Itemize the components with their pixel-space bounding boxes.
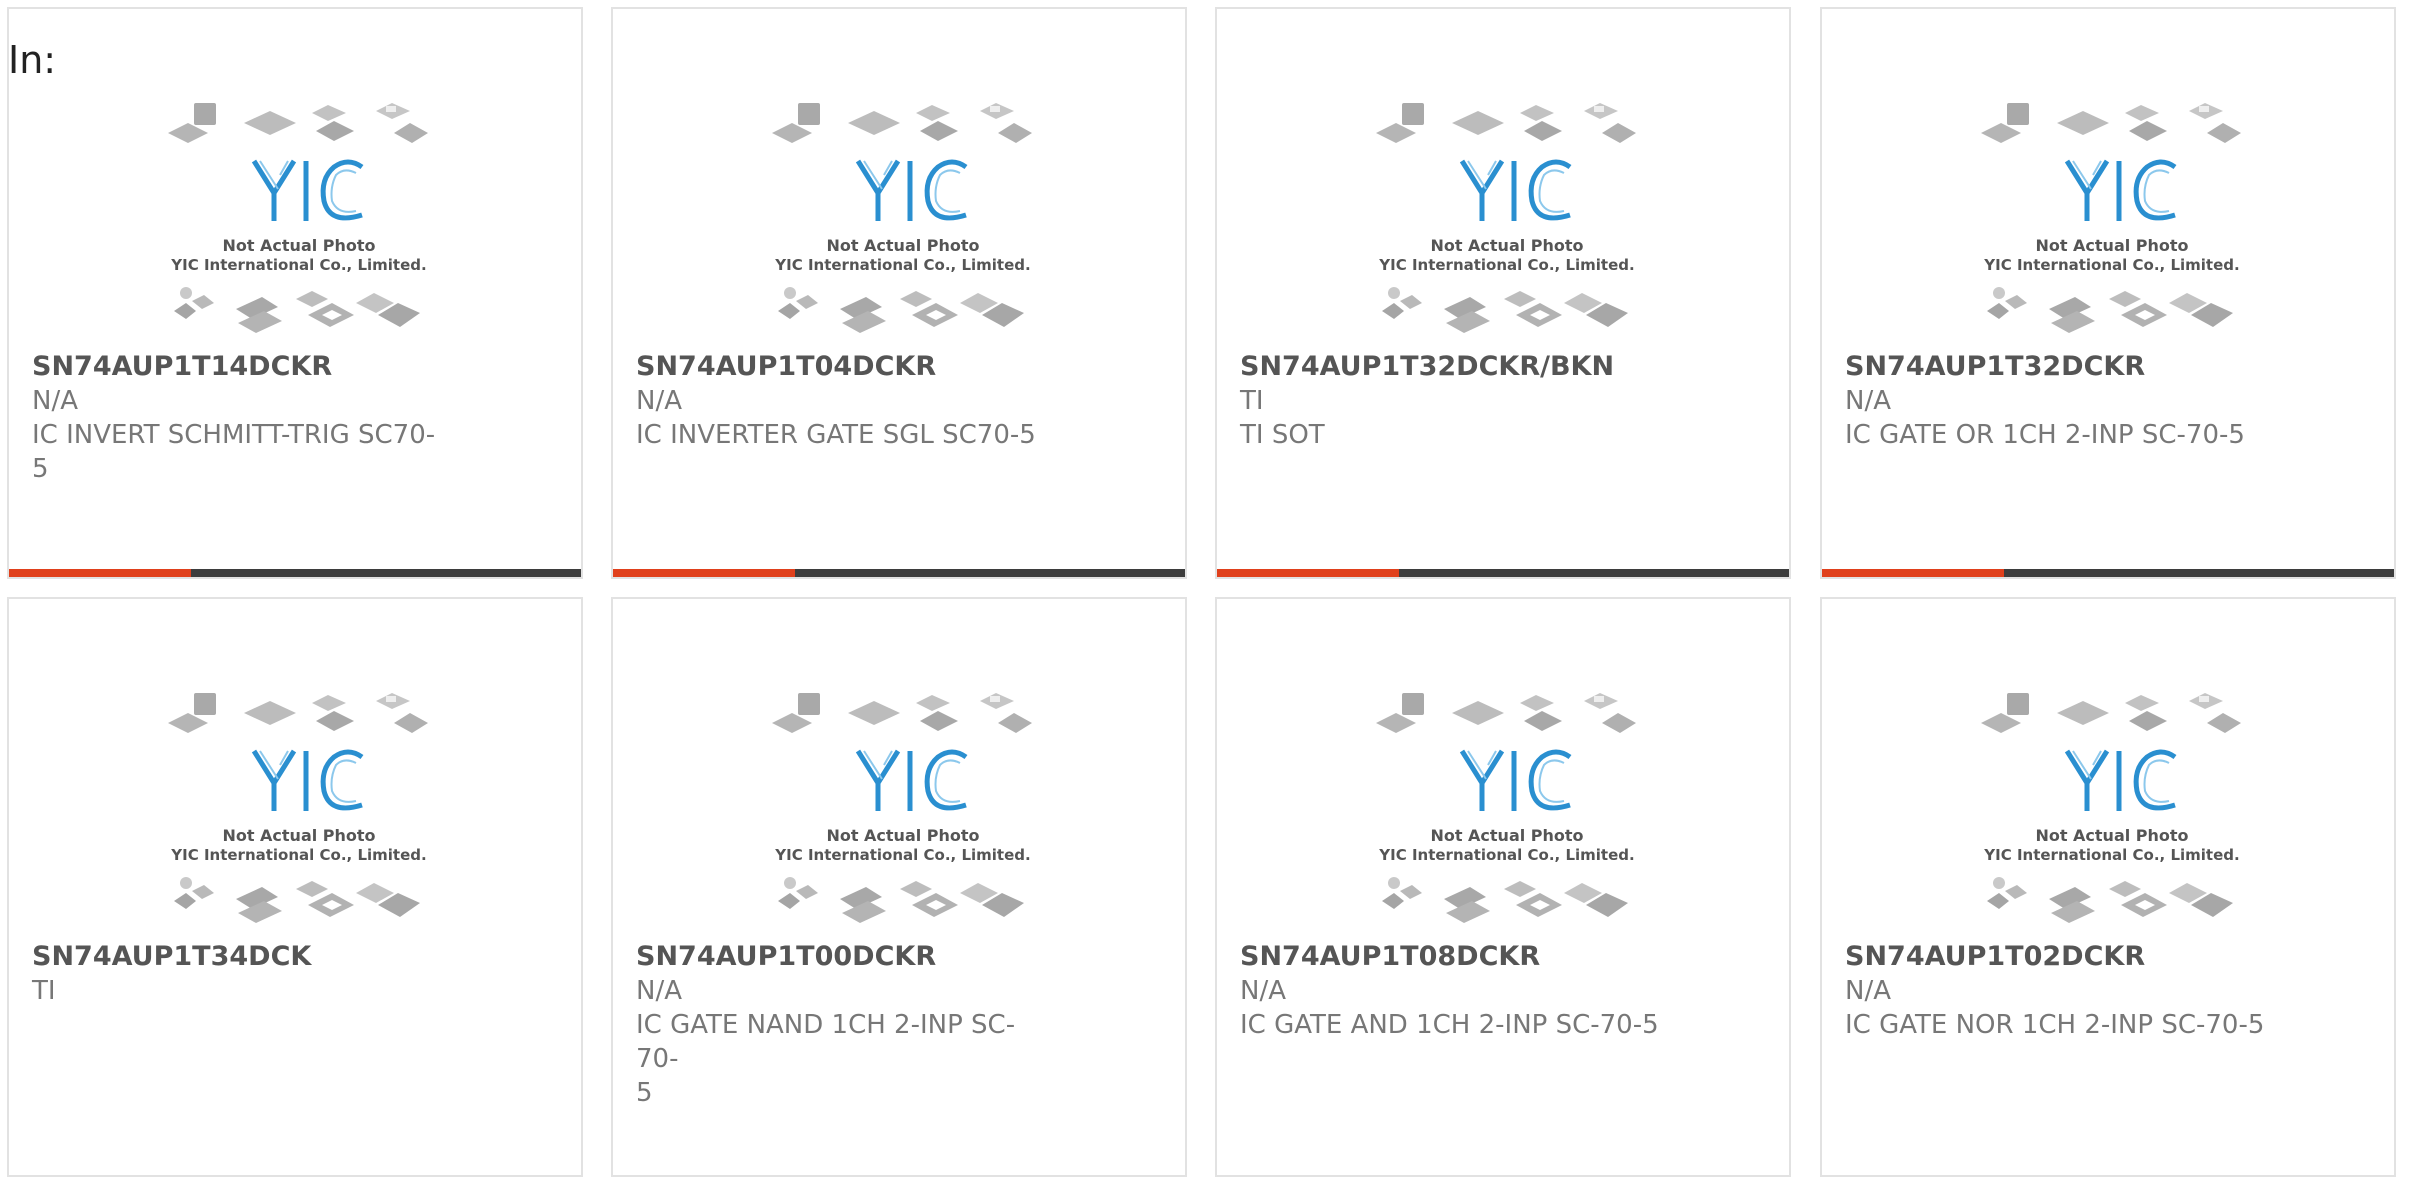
photo-caption-1: Not Actual Photo: [222, 826, 375, 845]
manufacturer: N/A: [1845, 386, 1891, 416]
product-card[interactable]: Not Actual Photo YIC International Co., …: [1820, 7, 2396, 579]
product-card[interactable]: Not Actual Photo YIC International Co., …: [1215, 597, 1791, 1177]
product-placeholder-image: Not Actual Photo YIC International Co., …: [168, 103, 428, 333]
in-label: In:: [8, 38, 57, 82]
part-number-link[interactable]: SN74AUP1T00DCKR: [636, 940, 1056, 974]
product-placeholder-image: Not Actual Photo YIC International Co., …: [168, 693, 428, 923]
product-info: SN74AUP1T32DCKR N/A IC GATE OR 1CH 2-INP S…: [1845, 350, 2265, 452]
product-placeholder-image: Not Actual Photo YIC International Co., …: [1981, 103, 2241, 333]
manufacturer: TI: [1240, 386, 1264, 416]
part-number-link[interactable]: SN74AUP1T32DCKR: [1845, 350, 2265, 384]
description: IC GATE OR 1CH 2-INP SC-70-5: [1845, 420, 2245, 450]
photo-caption-1: Not Actual Photo: [1430, 236, 1583, 255]
manufacturer: N/A: [636, 386, 682, 416]
product-card[interactable]: Not Actual Photo YIC International Co., …: [611, 597, 1187, 1177]
product-info: SN74AUP1T04DCKR N/A IC INVERTER GATE SGL S…: [636, 350, 1056, 452]
photo-caption-2: YIC International Co., Limited.: [1378, 846, 1634, 864]
description: IC GATE NAND 1CH 2-INP SC-70- 5: [636, 1010, 1016, 1108]
part-number-link[interactable]: SN74AUP1T04DCKR: [636, 350, 1056, 384]
card-accent-bar: [1217, 569, 1399, 577]
product-card[interactable]: Not Actual Photo YIC International Co., …: [7, 7, 583, 579]
description: IC GATE AND 1CH 2-INP SC-70-5: [1240, 1010, 1659, 1040]
card-accent-bar: [9, 569, 191, 577]
description: IC INVERT SCHMITT-TRIG SC70- 5: [32, 420, 436, 484]
photo-caption-1: Not Actual Photo: [2035, 236, 2188, 255]
photo-caption-1: Not Actual Photo: [222, 236, 375, 255]
photo-caption-2: YIC International Co., Limited.: [774, 256, 1030, 274]
card-bottom-bar: [9, 569, 581, 577]
product-info: SN74AUP1T14DCKR N/A IC INVERT SCHMITT-TRIG…: [32, 350, 452, 486]
product-photo[interactable]: Not Actual Photo YIC International Co., …: [1374, 687, 1640, 937]
photo-caption-2: YIC International Co., Limited.: [170, 256, 426, 274]
product-photo[interactable]: Not Actual Photo YIC International Co., …: [770, 97, 1036, 347]
product-placeholder-image: Not Actual Photo YIC International Co., …: [1981, 693, 2241, 923]
photo-caption-2: YIC International Co., Limited.: [1983, 846, 2239, 864]
product-placeholder-image: Not Actual Photo YIC International Co., …: [772, 693, 1032, 923]
part-number-link[interactable]: SN74AUP1T08DCKR: [1240, 940, 1660, 974]
part-number-link[interactable]: SN74AUP1T34DCK: [32, 940, 452, 974]
product-photo[interactable]: Not Actual Photo YIC International Co., …: [770, 687, 1036, 937]
product-info: SN74AUP1T32DCKR/BKN TI TI SOT: [1240, 350, 1660, 452]
product-card[interactable]: Not Actual Photo YIC International Co., …: [7, 597, 583, 1177]
product-card[interactable]: Not Actual Photo YIC International Co., …: [611, 7, 1187, 579]
card-bottom-bar: [1822, 569, 2394, 577]
photo-caption-2: YIC International Co., Limited.: [170, 846, 426, 864]
photo-caption-2: YIC International Co., Limited.: [1378, 256, 1634, 274]
product-info: SN74AUP1T34DCK TI: [32, 940, 452, 1008]
product-photo[interactable]: Not Actual Photo YIC International Co., …: [1374, 97, 1640, 347]
photo-caption-1: Not Actual Photo: [1430, 826, 1583, 845]
product-photo[interactable]: Not Actual Photo YIC International Co., …: [166, 97, 432, 347]
part-number-link[interactable]: SN74AUP1T14DCKR: [32, 350, 452, 384]
description: IC GATE NOR 1CH 2-INP SC-70-5: [1845, 1010, 2265, 1040]
product-photo[interactable]: Not Actual Photo YIC International Co., …: [1979, 687, 2245, 937]
photo-caption-2: YIC International Co., Limited.: [774, 846, 1030, 864]
product-card[interactable]: Not Actual Photo YIC International Co., …: [1215, 7, 1791, 579]
manufacturer: TI: [32, 976, 56, 1006]
part-number-link[interactable]: SN74AUP1T02DCKR: [1845, 940, 2265, 974]
product-photo[interactable]: Not Actual Photo YIC International Co., …: [1979, 97, 2245, 347]
product-info: SN74AUP1T00DCKR N/A IC GATE NAND 1CH 2-INP…: [636, 940, 1056, 1110]
photo-caption-1: Not Actual Photo: [826, 826, 979, 845]
manufacturer: N/A: [1240, 976, 1286, 1006]
product-placeholder-image: Not Actual Photo YIC International Co., …: [772, 103, 1032, 333]
part-number-link[interactable]: SN74AUP1T32DCKR/BKN: [1240, 350, 1660, 384]
description: IC INVERTER GATE SGL SC70-5: [636, 420, 1036, 450]
product-placeholder-image: Not Actual Photo YIC International Co., …: [1376, 103, 1636, 333]
photo-caption-1: Not Actual Photo: [2035, 826, 2188, 845]
description: TI SOT: [1240, 420, 1325, 450]
product-placeholder-image: Not Actual Photo YIC International Co., …: [1376, 693, 1636, 923]
product-card[interactable]: Not Actual Photo YIC International Co., …: [1820, 597, 2396, 1177]
photo-caption-2: YIC International Co., Limited.: [1983, 256, 2239, 274]
manufacturer: N/A: [32, 386, 78, 416]
manufacturer: N/A: [1845, 976, 1891, 1006]
product-photo[interactable]: Not Actual Photo YIC International Co., …: [166, 687, 432, 937]
manufacturer: N/A: [636, 976, 682, 1006]
card-accent-bar: [1822, 569, 2004, 577]
card-bottom-bar: [1217, 569, 1789, 577]
photo-caption-1: Not Actual Photo: [826, 236, 979, 255]
card-accent-bar: [613, 569, 795, 577]
product-info: SN74AUP1T08DCKR N/A IC GATE AND 1CH 2-INP …: [1240, 940, 1660, 1042]
product-info: SN74AUP1T02DCKR N/A IC GATE NOR 1CH 2-INP …: [1845, 940, 2265, 1042]
card-bottom-bar: [613, 569, 1185, 577]
